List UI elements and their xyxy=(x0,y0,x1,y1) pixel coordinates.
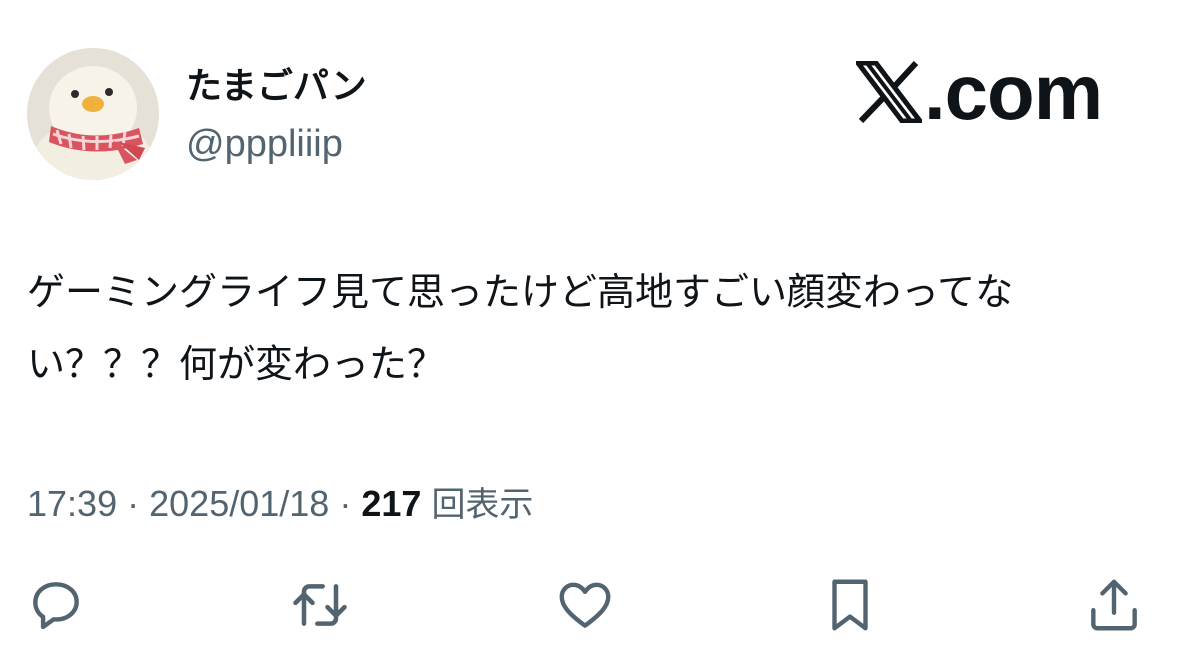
user-display-name[interactable]: たまごパン xyxy=(186,62,367,112)
reply-icon xyxy=(33,582,79,630)
meta-separator: · xyxy=(127,483,140,524)
tweet-meta: 17:39 · 2025/01/18 · 217 回表示 xyxy=(27,478,533,531)
bookmark-button[interactable] xyxy=(818,573,882,637)
duck-plush-avatar xyxy=(27,48,159,180)
like-button[interactable] xyxy=(553,573,617,637)
share-icon xyxy=(1091,579,1137,631)
tweet-time[interactable]: 17:39 xyxy=(27,483,117,524)
avatar[interactable] xyxy=(27,48,159,180)
retweet-button[interactable] xyxy=(288,573,352,637)
user-handle[interactable]: @pppliiip xyxy=(186,118,343,170)
x-com-logo: .com xyxy=(856,48,1103,136)
like-icon xyxy=(559,582,611,628)
share-button[interactable] xyxy=(1082,573,1146,637)
meta-separator: · xyxy=(339,483,352,524)
reply-button[interactable] xyxy=(24,573,88,637)
tweet-date[interactable]: 2025/01/18 xyxy=(149,483,329,524)
views-count: 217 xyxy=(361,483,422,524)
bookmark-icon xyxy=(832,579,868,631)
retweet-icon xyxy=(293,584,347,626)
logo-domain-text: .com xyxy=(924,48,1103,136)
x-logo-icon xyxy=(856,61,922,123)
views-label: 回表示 xyxy=(431,485,534,525)
tweet-text: ゲーミングライフ見て思ったけど高地すごい顔変わってない？？？何が変わった？ xyxy=(27,270,1014,386)
